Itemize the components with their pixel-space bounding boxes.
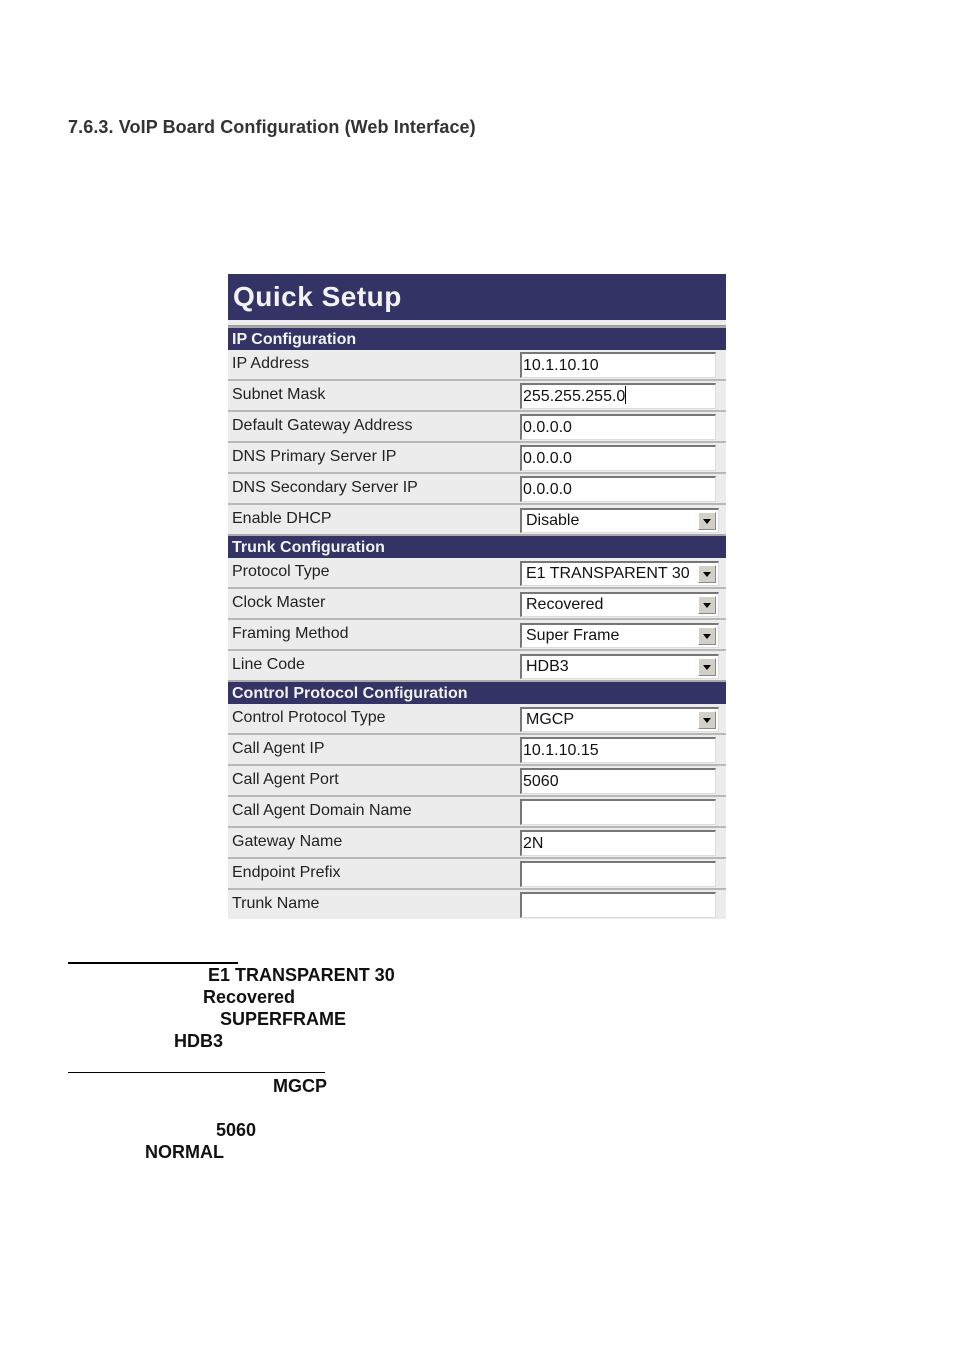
call-agent-port-input[interactable]: 5060: [520, 768, 716, 794]
note-framing-method: SUPERFRAME: [220, 1009, 347, 1029]
input-value: 0.0.0.0: [523, 481, 572, 498]
field-label: Control Protocol Type: [232, 709, 386, 726]
dns-secondary-server-ip-input[interactable]: 0.0.0.0: [520, 476, 716, 502]
input-value: 5060: [523, 773, 559, 790]
field-label: DNS Secondary Server IP: [232, 479, 418, 496]
field-label: Enable DHCP: [232, 510, 332, 527]
chevron-down-icon[interactable]: [698, 711, 716, 729]
select-value: HDB3: [526, 658, 569, 675]
subnet-mask-input[interactable]: 255.255.255.0: [520, 383, 716, 409]
note-control-protocol: MGCP: [273, 1076, 327, 1096]
panel-title: Quick Setup: [228, 274, 726, 320]
field-label: Default Gateway Address: [232, 417, 413, 434]
form-row-dns-primary-server-ip: DNS Primary Server IP 0.0.0.0: [228, 441, 726, 472]
field-label: Gateway Name: [232, 833, 343, 850]
field-label: Subnet Mask: [232, 386, 326, 403]
form-row-call-agent-port: Call Agent Port 5060: [228, 764, 726, 795]
clock-master-select[interactable]: Recovered: [520, 592, 719, 617]
form-row-call-agent-domain-name: Call Agent Domain Name: [228, 795, 726, 826]
chevron-down-icon[interactable]: [698, 512, 716, 530]
form-row-call-agent-ip: Call Agent IP 10.1.10.15: [228, 733, 726, 764]
chevron-down-icon[interactable]: [698, 596, 716, 614]
line-code-select[interactable]: HDB3: [520, 654, 719, 679]
sections-container: IP Configuration IP Address 10.1.10.10 Subn…: [228, 326, 726, 919]
input-value: 0.0.0.0: [523, 419, 572, 436]
field-label: Protocol Type: [232, 563, 330, 580]
chevron-down-icon[interactable]: [698, 658, 716, 676]
section-header-ip-configuration: IP Configuration: [228, 326, 726, 350]
select-value: Disable: [526, 512, 580, 529]
form-row-default-gateway-address: Default Gateway Address 0.0.0.0: [228, 410, 726, 441]
note-clock-master: Recovered: [203, 987, 296, 1007]
form-row-endpoint-prefix: Endpoint Prefix: [228, 857, 726, 888]
field-label: Call Agent IP: [232, 740, 325, 757]
input-value: 0.0.0.0: [523, 450, 572, 467]
section-header-control-protocol-configuration: Control Protocol Configuration: [228, 680, 726, 704]
section-heading: 7.6.3. VoIP Board Configuration (Web Int…: [68, 117, 476, 137]
form-row-gateway-name: Gateway Name 2N: [228, 826, 726, 857]
field-label: DNS Primary Server IP: [232, 448, 397, 465]
chevron-down-icon[interactable]: [698, 627, 716, 645]
input-value: 10.1.10.10: [523, 357, 599, 374]
enable-dhcp-select[interactable]: Disable: [520, 508, 719, 533]
chevron-down-icon[interactable]: [698, 565, 716, 583]
text-cursor: [625, 386, 627, 404]
input-value: 2N: [523, 835, 544, 852]
protocol-type-select[interactable]: E1 TRANSPARENT 30: [520, 561, 719, 586]
form-row-dns-secondary-server-ip: DNS Secondary Server IP 0.0.0.0: [228, 472, 726, 503]
form-row-trunk-name: Trunk Name: [228, 888, 726, 919]
select-value: Super Frame: [526, 627, 620, 644]
ip-address-input[interactable]: 10.1.10.10: [520, 352, 716, 378]
endpoint-prefix-input[interactable]: [520, 861, 716, 887]
field-label: IP Address: [232, 355, 310, 372]
trunk-name-input[interactable]: [520, 892, 716, 918]
note-line-code: HDB3: [174, 1031, 224, 1051]
form-row-enable-dhcp: Enable DHCP Disable: [228, 503, 726, 534]
call-agent-domain-name-input[interactable]: [520, 799, 716, 825]
select-value: Recovered: [526, 596, 604, 613]
note-call-agent-port: 5060: [216, 1120, 257, 1140]
form-row-framing-method: Framing Method Super Frame: [228, 618, 726, 649]
field-label: Clock Master: [232, 594, 326, 611]
field-label: Call Agent Port: [232, 771, 339, 788]
field-label: Framing Method: [232, 625, 349, 642]
form-row-clock-master: Clock Master Recovered: [228, 587, 726, 618]
input-value: 255.255.255.0: [523, 388, 626, 405]
quick-setup-panel: Quick Setup IP Configuration IP Address 10…: [228, 274, 726, 919]
dns-primary-server-ip-input[interactable]: 0.0.0.0: [520, 445, 716, 471]
note-mode: NORMAL: [145, 1142, 224, 1162]
select-value: MGCP: [526, 711, 574, 728]
form-row-subnet-mask: Subnet Mask 255.255.255.0: [228, 379, 726, 410]
form-row-protocol-type: Protocol Type E1 TRANSPARENT 30: [228, 558, 726, 587]
trunk-notes-rule: [68, 962, 238, 964]
form-row-line-code: Line Code HDB3: [228, 649, 726, 680]
default-gateway-address-input[interactable]: 0.0.0.0: [520, 414, 716, 440]
call-agent-ip-input[interactable]: 10.1.10.15: [520, 737, 716, 763]
control-protocol-type-select[interactable]: MGCP: [520, 707, 719, 732]
input-value: 10.1.10.15: [523, 742, 599, 759]
field-label: Call Agent Domain Name: [232, 802, 412, 819]
form-row-ip-address: IP Address 10.1.10.10: [228, 350, 726, 379]
field-label: Line Code: [232, 656, 305, 673]
select-value: E1 TRANSPARENT 30: [526, 565, 690, 582]
field-label: Endpoint Prefix: [232, 864, 341, 881]
form-row-control-protocol-type: Control Protocol Type MGCP: [228, 704, 726, 733]
section-header-trunk-configuration: Trunk Configuration: [228, 534, 726, 558]
gateway-name-input[interactable]: 2N: [520, 830, 716, 856]
framing-method-select[interactable]: Super Frame: [520, 623, 719, 648]
field-label: Trunk Name: [232, 895, 320, 912]
note-protocol-type: E1 TRANSPARENT 30: [208, 965, 395, 985]
control-notes-rule: [68, 1072, 325, 1073]
